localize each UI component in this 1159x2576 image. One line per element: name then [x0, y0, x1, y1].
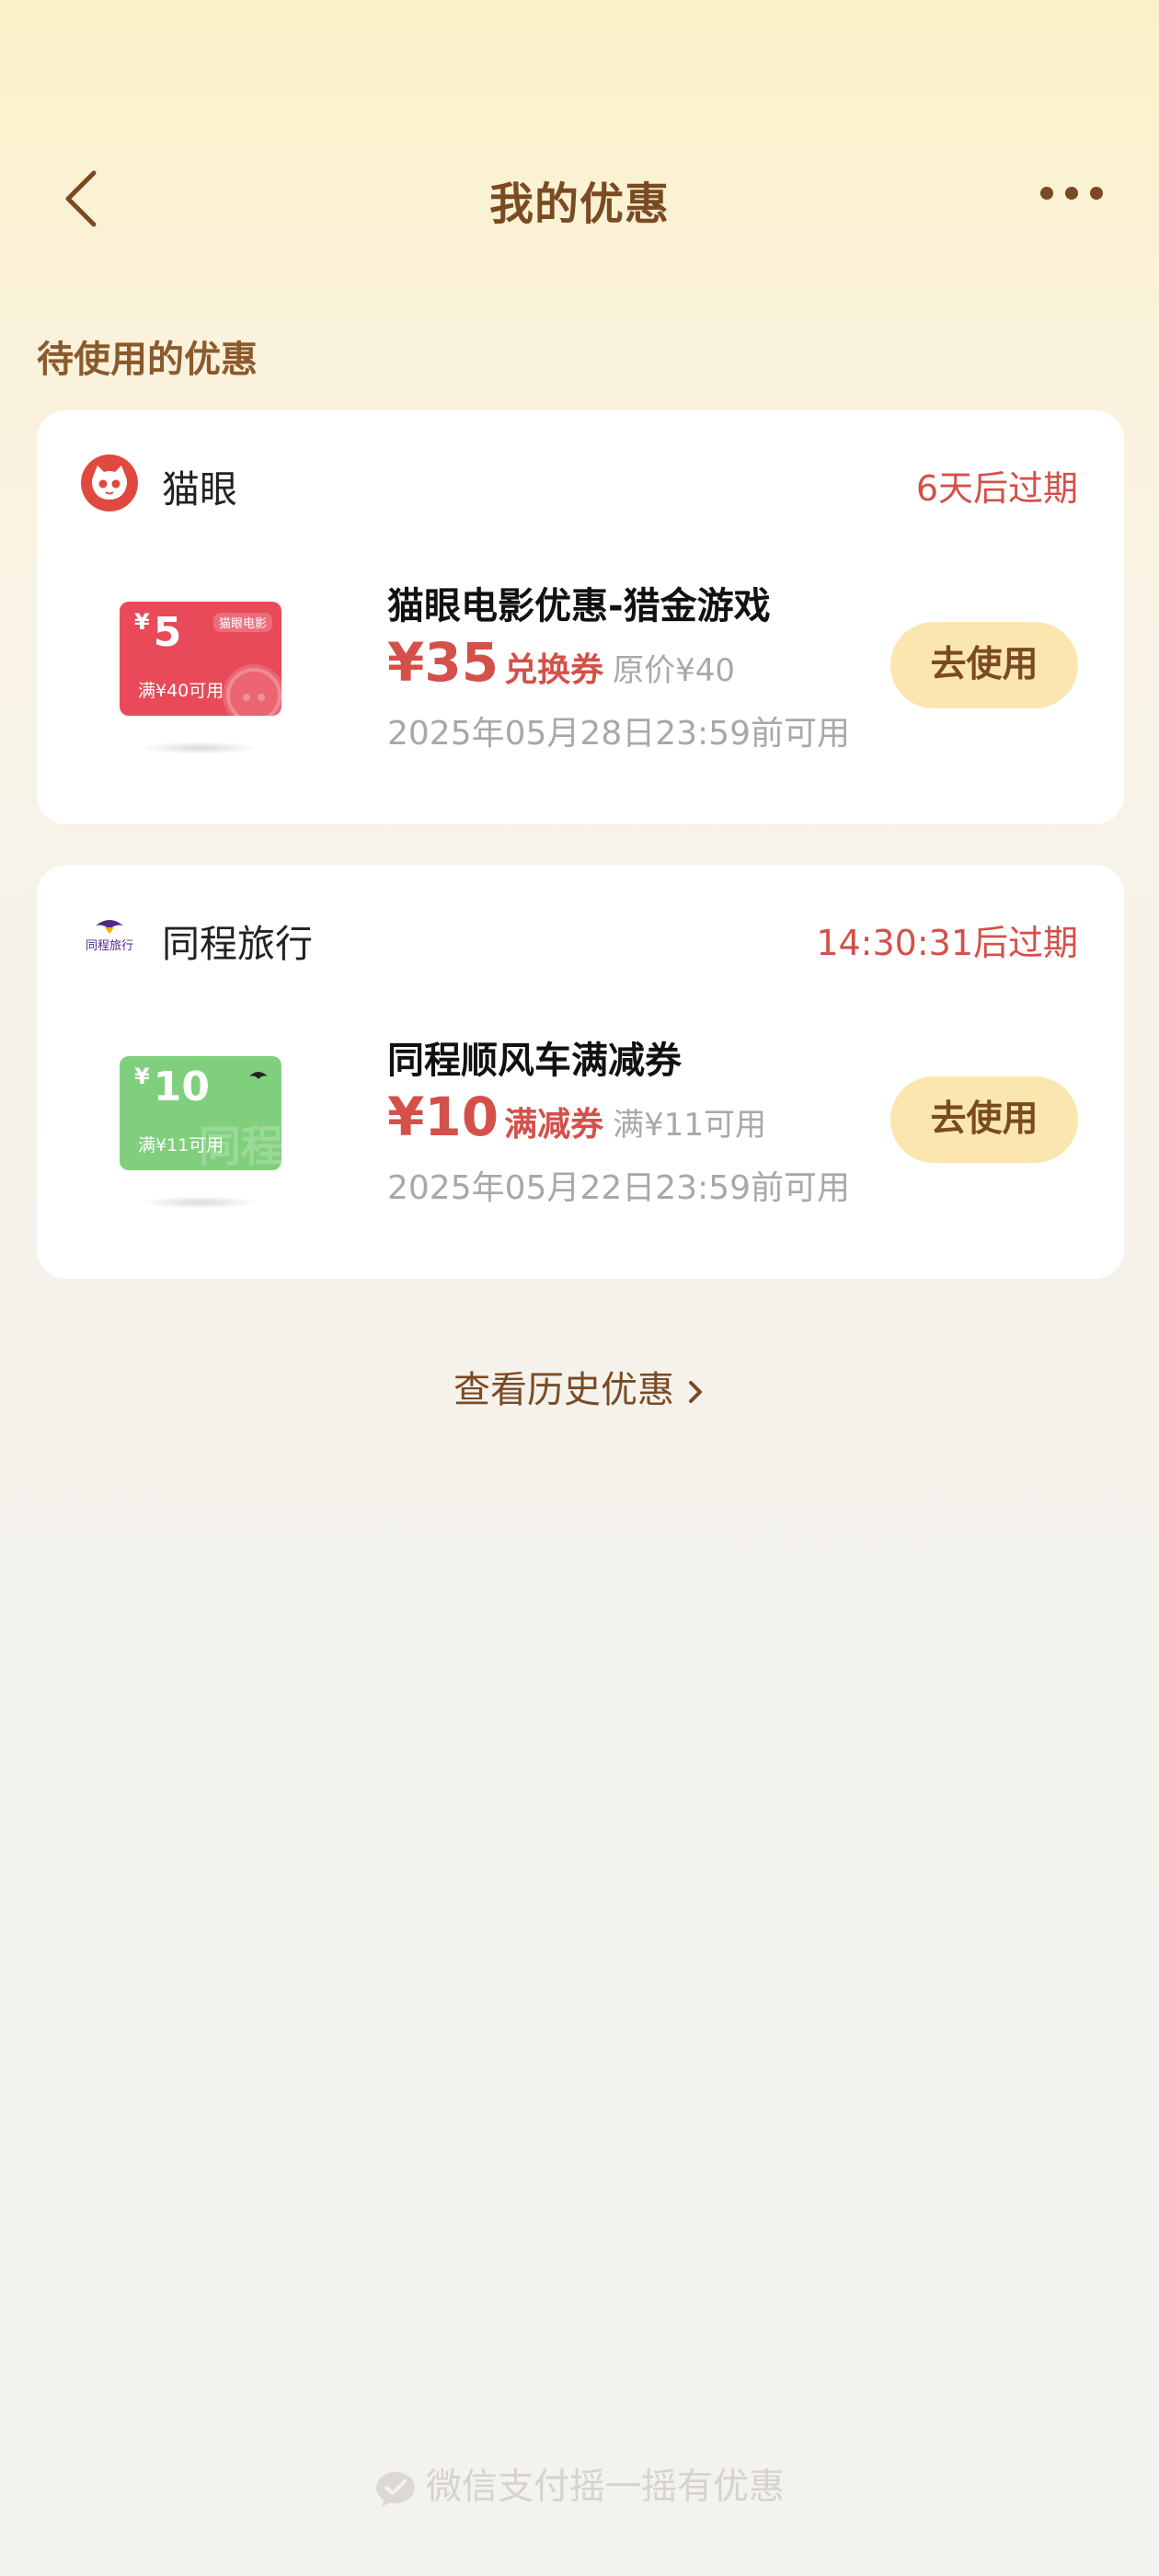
- coupon-shadow: [140, 1196, 259, 1209]
- footer-text: 微信支付摇一摇有优惠: [425, 2467, 785, 2508]
- chevron-right-icon: [689, 1381, 702, 1403]
- use-coupon-button[interactable]: 去使用: [890, 1076, 1078, 1163]
- coupon-image-brand-tag: 猫眼电影: [212, 613, 272, 632]
- brand-name: 猫眼: [162, 467, 237, 512]
- expire-text: 14:30:31后过期: [816, 923, 1078, 963]
- expire-text: 6天后过期: [915, 468, 1078, 509]
- coupon-card[interactable]: 猫眼 6天后过期 ¥5 猫眼电影 满¥40可用 猫眼电影优惠-猎金游戏 ¥35 兑…: [37, 410, 1124, 824]
- coupon-image-condition: 满¥40可用: [138, 681, 224, 701]
- footer-promo: 微信支付摇一摇有优惠: [0, 2458, 1159, 2510]
- coupon-title: 猫眼电影优惠-猎金游戏: [387, 585, 771, 627]
- coupon-image: ¥5 猫眼电影 满¥40可用: [120, 602, 281, 716]
- more-button[interactable]: [1030, 175, 1113, 212]
- section-title: 待使用的优惠: [37, 339, 258, 381]
- more-icon: [1040, 187, 1103, 200]
- coupon-shadow: [140, 742, 259, 754]
- coupon-valid-date: 2025年05月28日23:59前可用: [387, 715, 850, 753]
- coupon-image-amount: 5: [153, 609, 182, 656]
- svg-text:同程旅行: 同程旅行: [86, 939, 133, 953]
- coupon-card[interactable]: 同程旅行 同程旅行 14:30:31后过期 ¥10 满¥11可用 同程 同程顺风…: [37, 865, 1124, 1279]
- coupon-price-row: ¥35 兑换券 原价¥40: [387, 631, 735, 694]
- coupon-price-row: ¥10 满减券 满¥11可用: [387, 1086, 766, 1148]
- coupon-image-amount: 10: [153, 1064, 210, 1110]
- coupon-image-currency: ¥: [134, 1064, 150, 1089]
- coupon-amount: ¥35: [387, 631, 499, 694]
- coupon-title: 同程顺风车满减券: [387, 1040, 682, 1082]
- brand-name: 同程旅行: [162, 922, 313, 966]
- page-title: 我的优惠: [488, 178, 670, 230]
- maoyan-logo-icon: [81, 454, 138, 512]
- view-history-link[interactable]: 查看历史优惠: [0, 1360, 1159, 1413]
- view-history-label: 查看历史优惠: [453, 1369, 674, 1411]
- coupon-type: 满减券: [504, 1106, 604, 1144]
- coupon-image: ¥10 满¥11可用 同程: [120, 1056, 281, 1170]
- cat-watermark-icon: [223, 664, 281, 716]
- coupon-type: 兑换券: [504, 651, 604, 689]
- coupon-image-watermark: 同程: [199, 1121, 281, 1170]
- nav-bar: 我的优惠: [0, 138, 1159, 258]
- coupon-amount: ¥10: [387, 1086, 499, 1148]
- coupon-condition: 满¥11可用: [613, 1107, 766, 1144]
- coupon-original-price: 原价¥40: [613, 652, 735, 689]
- coupon-valid-date: 2025年05月22日23:59前可用: [387, 1169, 850, 1207]
- wechat-pay-icon: [375, 2471, 415, 2507]
- coupon-image-currency: ¥: [134, 609, 150, 635]
- use-coupon-button[interactable]: 去使用: [890, 622, 1078, 708]
- tongcheng-mini-icon: [249, 1072, 268, 1079]
- tongcheng-logo-icon: 同程旅行: [81, 909, 138, 966]
